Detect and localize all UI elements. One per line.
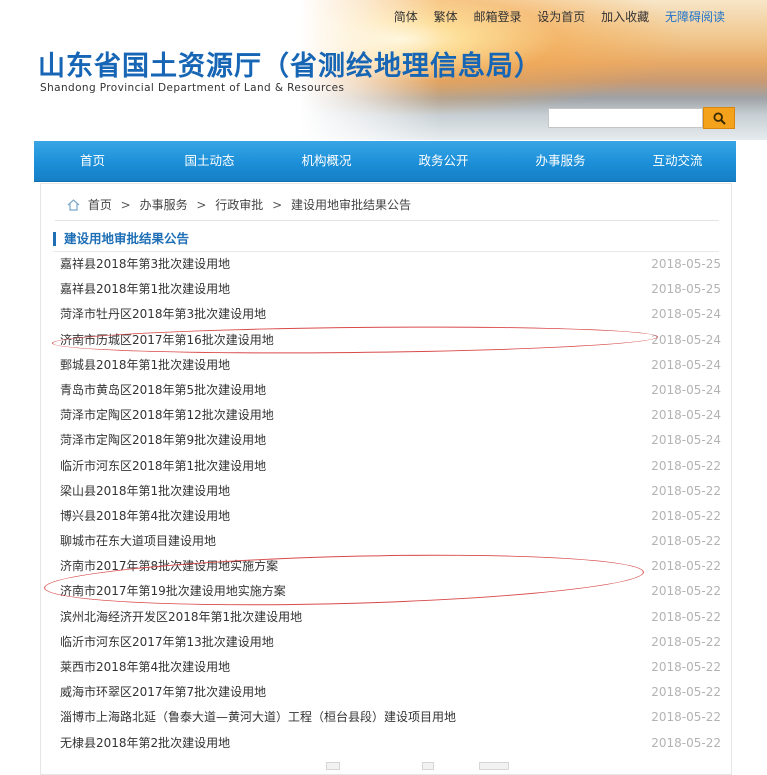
announcement-title-link[interactable]: 莱西市2018年第4批次建设用地 [60,655,230,680]
announcement-date: 2018-05-22 [651,685,721,700]
breadcrumb: 首页 > 办事服务 > 行政审批 > 建设用地审批结果公告 [67,196,411,213]
breadcrumb-current[interactable]: 建设用地审批结果公告 [291,198,411,212]
main-nav: 首页 国土动态 机构概况 政务公开 办事服务 互动交流 [34,141,736,182]
breadcrumb-separator: > [120,198,131,212]
announcement-date: 2018-05-24 [651,332,721,347]
pager-button[interactable] [326,762,340,770]
list-item[interactable]: 无棣县2018年第2批次建设用地 2018-05-22 [41,731,731,756]
announcement-title-link[interactable]: 临沂市河东区2018年第1批次建设用地 [60,454,266,479]
announcement-title-link[interactable]: 梁山县2018年第1批次建设用地 [60,479,230,504]
announcement-date: 2018-05-22 [651,634,721,649]
announcement-title-link[interactable]: 无棣县2018年第2批次建设用地 [60,731,230,756]
announcement-date: 2018-05-22 [651,710,721,725]
breadcrumb-services[interactable]: 办事服务 [140,198,188,212]
announcement-title-link[interactable]: 淄博市上海路北延（鲁泰大道—黄河大道）工程（桓台县段）建设项目用地 [60,705,456,730]
announcement-date: 2018-05-22 [651,660,721,674]
announcement-date: 2018-05-24 [651,382,721,397]
divider [55,220,719,221]
announcement-title-link[interactable]: 嘉祥县2018年第1批次建设用地 [60,277,230,302]
search-icon [713,112,726,125]
top-links: 简体 繁体 邮箱登录 设为首页 加入收藏 无障碍阅读 [382,8,725,25]
announcement-title-link[interactable]: 博兴县2018年第4批次建设用地 [60,504,230,529]
list-item[interactable]: 梁山县2018年第1批次建设用地 2018-05-22 [41,479,731,504]
announcement-date: 2018-05-25 [651,257,721,271]
announcement-title-link[interactable]: 鄄城县2018年第1批次建设用地 [60,353,230,378]
list-item[interactable]: 莱西市2018年第4批次建设用地 2018-05-22 [41,655,731,680]
announcement-date: 2018-05-22 [651,534,721,549]
section-title: 建设用地审批结果公告 [53,232,189,246]
announcement-date: 2018-05-25 [651,282,721,297]
announcement-date: 2018-05-24 [651,433,721,448]
breadcrumb-admin-approval[interactable]: 行政审批 [215,198,263,212]
announcement-title-link[interactable]: 滨州北海经济开发区2018年第1批次建设用地 [60,605,302,630]
pager-input[interactable] [479,762,509,770]
home-icon [67,199,80,211]
announcement-title-link[interactable]: 聊城市茌东大道项目建设用地 [60,529,216,554]
announcement-date: 2018-05-22 [651,483,721,498]
list-item[interactable]: 博兴县2018年第4批次建设用地 2018-05-22 [41,504,731,529]
breadcrumb-separator: > [272,198,283,212]
nav-item-organization[interactable]: 机构概况 [268,141,385,181]
accessible-reading-link[interactable]: 无障碍阅读 [665,10,725,24]
list-item[interactable]: 嘉祥县2018年第1批次建设用地 2018-05-25 [41,277,731,302]
announcement-date: 2018-05-22 [651,584,721,599]
list-item[interactable]: 鄄城县2018年第1批次建设用地 2018-05-24 [41,353,731,378]
list-item[interactable]: 威海市环翠区2017年第7批次建设用地 2018-05-22 [41,680,731,705]
set-homepage-link[interactable]: 设为首页 [537,10,585,24]
search-button[interactable] [703,107,735,129]
announcement-title-link[interactable]: 菏泽市牡丹区2018年第3批次建设用地 [60,302,266,327]
nav-item-interaction[interactable]: 互动交流 [619,141,736,181]
announcement-date: 2018-05-22 [651,559,721,574]
breadcrumb-home[interactable]: 首页 [88,198,112,212]
site-subtitle: Shandong Provincial Department of Land &… [40,82,345,94]
announcement-date: 2018-05-22 [651,508,721,523]
search-input[interactable] [548,108,703,128]
list-item[interactable]: 临沂市河东区2018年第1批次建设用地 2018-05-22 [41,454,731,479]
traditional-chinese-link[interactable]: 繁体 [434,10,458,24]
list-item[interactable]: 临沂市河东区2017年第13批次建设用地 2018-05-22 [41,630,731,655]
announcement-title-link[interactable]: 嘉祥县2018年第3批次建设用地 [60,252,230,277]
announcement-date: 2018-05-24 [651,307,721,322]
site-title: 山东省国土资源厅（省测绘地理信息局） [38,51,542,82]
nav-item-land-news[interactable]: 国土动态 [151,141,268,181]
list-item[interactable]: 菏泽市定陶区2018年第12批次建设用地 2018-05-24 [41,403,731,428]
announcement-date: 2018-05-22 [651,609,721,624]
add-favorite-link[interactable]: 加入收藏 [601,10,649,24]
announcement-title-link[interactable]: 青岛市黄岛区2018年第5批次建设用地 [60,378,266,403]
breadcrumb-separator: > [196,198,207,212]
announcement-title-link[interactable]: 菏泽市定陶区2018年第9批次建设用地 [60,428,266,453]
pager-button[interactable] [422,762,434,770]
announcement-date: 2018-05-24 [651,408,721,423]
list-item[interactable]: 菏泽市牡丹区2018年第3批次建设用地 2018-05-24 [41,302,731,327]
site-header: 简体 繁体 邮箱登录 设为首页 加入收藏 无障碍阅读 山东省国土资源厅（省测绘地… [0,0,767,140]
list-item[interactable]: 聊城市茌东大道项目建设用地 2018-05-22 [41,529,731,554]
list-item[interactable]: 滨州北海经济开发区2018年第1批次建设用地 2018-05-22 [41,605,731,630]
content-panel: 首页 > 办事服务 > 行政审批 > 建设用地审批结果公告 建设用地审批结果公告… [40,183,732,775]
announcement-date: 2018-05-22 [651,458,721,473]
simplified-chinese-link[interactable]: 简体 [394,10,418,24]
nav-item-government-affairs[interactable]: 政务公开 [385,141,502,181]
announcement-title-link[interactable]: 菏泽市定陶区2018年第12批次建设用地 [60,403,274,428]
mail-login-link[interactable]: 邮箱登录 [473,10,521,24]
announcement-date: 2018-05-22 [651,735,721,750]
list-item[interactable]: 青岛市黄岛区2018年第5批次建设用地 2018-05-24 [41,378,731,403]
nav-item-services[interactable]: 办事服务 [502,141,619,181]
announcement-date: 2018-05-24 [651,357,721,372]
list-item[interactable]: 嘉祥县2018年第3批次建设用地 2018-05-25 [41,252,731,277]
announcement-title-link[interactable]: 临沂市河东区2017年第13批次建设用地 [60,630,274,655]
list-item[interactable]: 菏泽市定陶区2018年第9批次建设用地 2018-05-24 [41,428,731,453]
list-item[interactable]: 淄博市上海路北延（鲁泰大道—黄河大道）工程（桓台县段）建设项目用地 2018-05… [41,705,731,730]
nav-item-home[interactable]: 首页 [34,141,151,181]
announcement-title-link[interactable]: 威海市环翠区2017年第7批次建设用地 [60,680,266,705]
